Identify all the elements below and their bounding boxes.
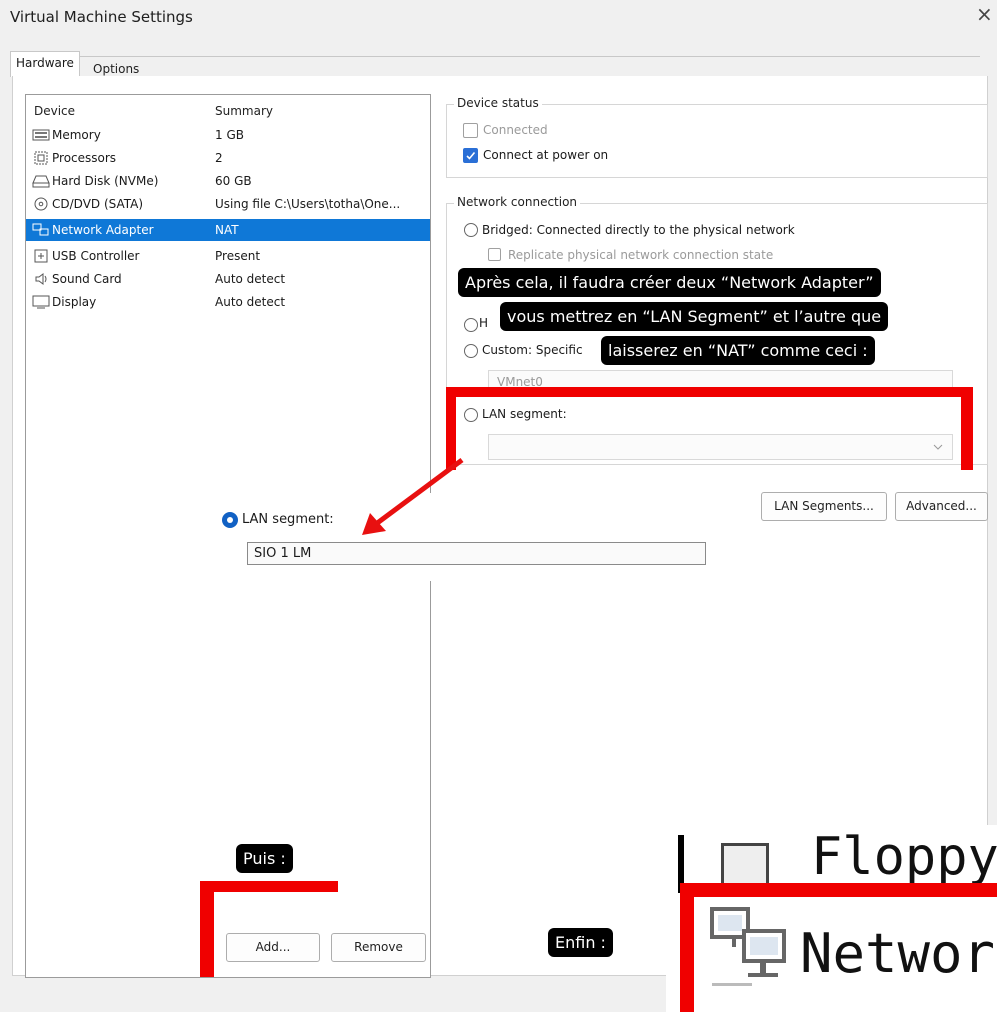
annotation-line-2: vous mettrez en “LAN Segment” et l’autre… (500, 302, 889, 331)
custom-radio[interactable] (464, 344, 478, 358)
device-name: Network Adapter (52, 223, 154, 237)
device-summary: Using file C:\Users\totha\One... (215, 197, 401, 211)
sound-icon (35, 273, 47, 285)
usb-icon (34, 249, 48, 263)
lan-segment-label: LAN segment: (482, 407, 567, 421)
connect-at-power-on-checkbox[interactable] (463, 148, 478, 163)
close-button[interactable]: × (976, 4, 993, 24)
device-row-sound-card[interactable]: Sound Card Auto detect (26, 268, 430, 290)
device-summary: NAT (215, 223, 239, 237)
annotation-enfin: Enfin : (548, 928, 613, 957)
annotation-line-1: Après cela, il faudra créer deux “Networ… (458, 268, 881, 297)
connected-label: Connected (483, 123, 548, 137)
tab-hardware[interactable]: Hardware (10, 51, 80, 77)
zoom-network-label: Network (800, 922, 997, 985)
replicate-checkbox[interactable] (488, 248, 501, 261)
device-row-network-adapter[interactable]: Network Adapter NAT (26, 219, 430, 241)
lan-segment-zoom-radio (222, 512, 238, 528)
device-name: Display (52, 295, 97, 309)
device-summary: 2 (215, 151, 223, 165)
device-name: CD/DVD (SATA) (52, 197, 144, 211)
connect-at-power-on-label: Connect at power on (483, 148, 609, 162)
highlight-network-left (680, 883, 694, 1012)
zoom-network-inner: Network (694, 897, 997, 1012)
device-row-hard-disk[interactable]: Hard Disk (NVMe) 60 GB (26, 170, 430, 192)
device-status-group (446, 104, 988, 178)
host-only-label: H (479, 316, 489, 330)
cd-dvd-icon (34, 197, 48, 211)
floppy-icon (721, 843, 769, 887)
network-connection-group (446, 203, 988, 465)
checkmark-icon (466, 151, 476, 160)
bridged-radio[interactable] (464, 223, 478, 237)
remove-device-button[interactable]: Remove (331, 933, 426, 962)
device-row-display[interactable]: Display Auto detect (26, 291, 430, 313)
chevron-down-icon (933, 444, 943, 450)
hard-disk-icon (32, 175, 50, 188)
device-status-title: Device status (454, 96, 542, 110)
device-name: USB Controller (52, 249, 140, 263)
replicate-label: Replicate physical network connection st… (508, 248, 774, 262)
network-adapter-icon (32, 223, 49, 236)
advanced-button[interactable]: Advanced... (895, 492, 988, 521)
device-summary: Auto detect (215, 295, 286, 309)
device-summary: Present (215, 249, 261, 263)
red-arrow-icon (362, 457, 464, 535)
lan-segments-button[interactable]: LAN Segments... (761, 492, 887, 521)
connected-checkbox[interactable] (463, 123, 478, 138)
device-name: Memory (52, 128, 101, 142)
display-icon (32, 295, 50, 309)
device-summary: 60 GB (215, 174, 252, 188)
lan-segment-zoom-field: SIO 1 LM (247, 542, 706, 565)
add-device-button[interactable]: Add... (226, 933, 320, 962)
device-row-memory[interactable]: Memory 1 GB (26, 124, 430, 146)
network-adapter-icon (710, 907, 786, 986)
highlight-lan-right (961, 387, 973, 470)
highlight-network-top (680, 883, 997, 897)
device-row-cd-dvd[interactable]: CD/DVD (SATA) Using file C:\Users\totha\… (26, 193, 430, 215)
device-name: Processors (52, 151, 117, 165)
annotation-line-3: laisserez en “NAT” comme ceci : (601, 336, 875, 365)
highlight-add-left (200, 881, 214, 977)
device-name: Sound Card (52, 272, 122, 286)
host-only-radio[interactable] (464, 318, 478, 332)
lan-segment-zoom-value: SIO 1 LM (254, 546, 312, 561)
highlight-add-top (200, 881, 338, 892)
network-zoom-panel: Floppy Network (666, 825, 997, 1012)
column-header-device[interactable]: Device (34, 104, 75, 118)
column-header-summary[interactable]: Summary (215, 104, 273, 118)
device-name: Hard Disk (NVMe) (52, 174, 159, 188)
tab-divider (12, 56, 980, 57)
memory-icon (32, 129, 50, 141)
processor-icon (34, 151, 48, 165)
device-summary: Auto detect (215, 272, 286, 286)
device-row-usb-controller[interactable]: USB Controller Present (26, 245, 430, 267)
lan-segment-zoom-label: LAN segment: (242, 512, 334, 527)
network-connection-title: Network connection (454, 195, 581, 209)
device-summary: 1 GB (215, 128, 244, 142)
zoom-floppy-text: Floppy (811, 827, 997, 887)
window-title: Virtual Machine Settings (10, 8, 193, 26)
annotation-puis: Puis : (236, 844, 293, 873)
lan-segment-select[interactable] (488, 434, 953, 460)
lan-segment-radio[interactable] (464, 408, 478, 422)
device-row-processors[interactable]: Processors 2 (26, 147, 430, 169)
highlight-lan-top (446, 387, 973, 397)
bridged-label: Bridged: Connected directly to the physi… (482, 223, 795, 237)
custom-label: Custom: Specific (482, 343, 583, 357)
